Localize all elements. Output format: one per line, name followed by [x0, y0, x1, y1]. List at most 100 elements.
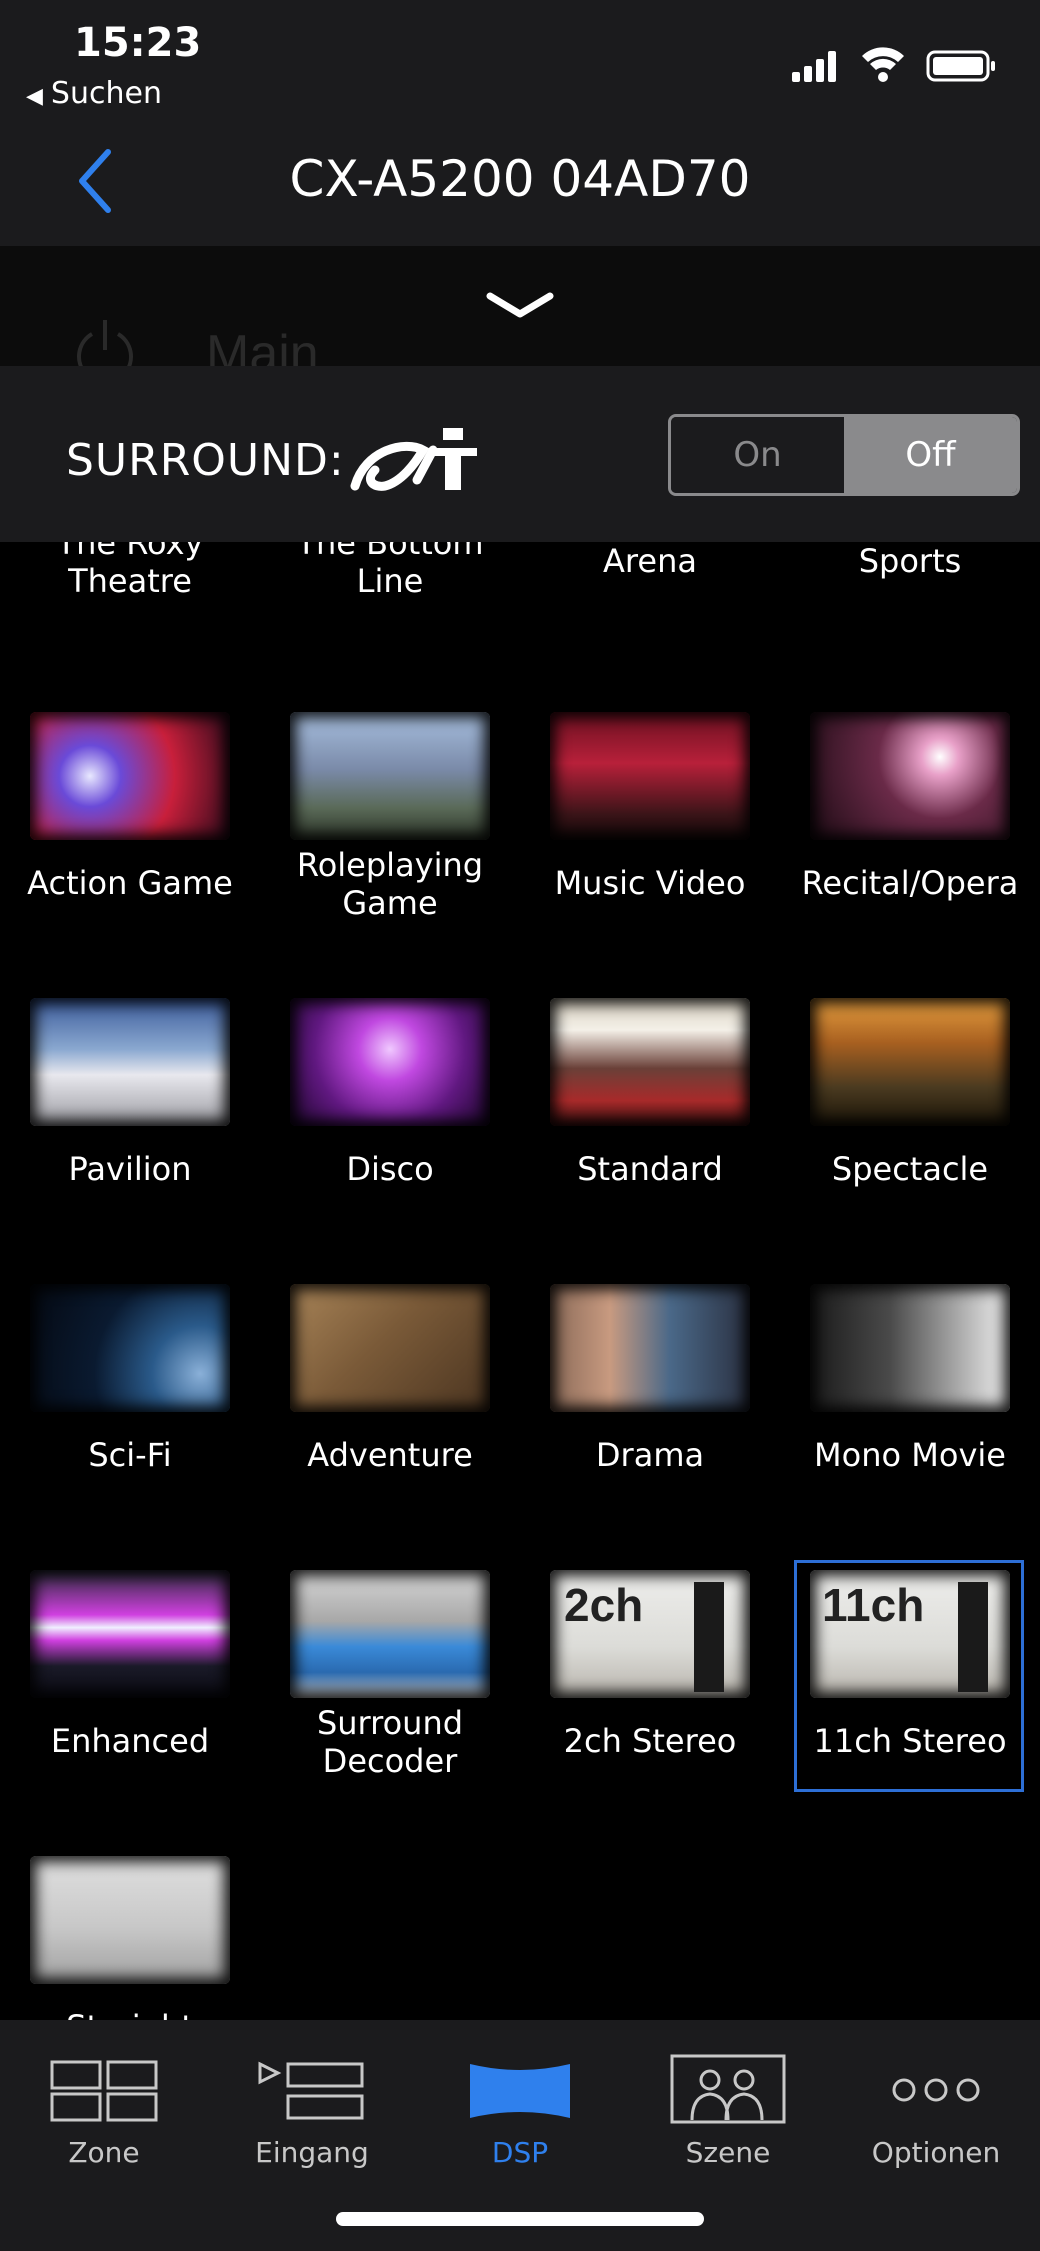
tile-thumbnail [30, 998, 230, 1126]
status-time: 15:23 [74, 20, 202, 66]
top-bar: 15:23 ◀ Suchen CX-A5200 04AD70 [0, 0, 1040, 246]
toggle-off-option[interactable]: Off [844, 417, 1017, 493]
tile-thumbnail [30, 1856, 230, 1984]
tab-zone[interactable]: Zone [0, 2040, 208, 2170]
tile-thumbnail [550, 1284, 750, 1412]
tile-label-line1: Drama [595, 1436, 705, 1474]
tile-label-line1: Adventure [307, 1436, 473, 1474]
tile-label-line1: Surround [316, 1704, 464, 1742]
tile-label-line1: Enhanced [50, 1722, 210, 1760]
surround-label: SURROUND: [66, 434, 345, 486]
tile-label-line1: Recital/Opera [801, 864, 1019, 902]
tab-label: DSP [491, 2136, 549, 2169]
input-icon [258, 2061, 364, 2120]
wifi-icon [862, 47, 904, 82]
surround-ai-toggle[interactable]: On Off [668, 414, 1020, 496]
channel-badge: 11ch [822, 1579, 925, 1631]
tile-thumbnail [810, 1284, 1010, 1412]
tile-label: Enhanced [0, 1722, 260, 1760]
tile-label: Sci-Fi [0, 1436, 260, 1474]
tile-label-line1: Mono Movie [814, 1436, 1006, 1474]
tile-thumbnail [290, 1570, 490, 1698]
tile-label: Recital/Opera [780, 864, 1040, 902]
ai-logo-icon [350, 428, 477, 491]
tile-thumbnail [290, 998, 490, 1126]
tile-label-line2: Theatre [68, 562, 192, 600]
tile-label-line1: Sci-Fi [88, 1436, 172, 1474]
tile-thumbnail [30, 1284, 230, 1412]
tile-label: The Bottom Line [260, 542, 520, 600]
home-indicator[interactable] [336, 2212, 704, 2226]
tile-label-line1: Arena [603, 542, 697, 580]
tile-thumbnail: 11ch [810, 1570, 1010, 1698]
tile-label-line1: Standard [577, 1150, 723, 1188]
tab-label: Szene [685, 2136, 771, 2169]
tile-thumbnail [550, 712, 750, 840]
tile-label: The Roxy Theatre [0, 542, 260, 600]
tile-label-line1: Roleplaying [296, 846, 484, 884]
tile-label: Roleplaying Game [260, 846, 520, 922]
tile-label-line1: 11ch Stereo [813, 1722, 1007, 1760]
tile-label-line1: Disco [346, 1150, 434, 1188]
tab-label: Zone [68, 2136, 140, 2169]
tile-label: Action Game [0, 864, 260, 902]
back-to-app-link[interactable]: ◀ Suchen [26, 76, 162, 111]
tile-label: 2ch Stereo [520, 1722, 780, 1760]
tab-eingang[interactable]: Eingang [208, 2040, 416, 2170]
zone-icon [50, 2060, 158, 2122]
tile-label-line1: 2ch Stereo [563, 1722, 737, 1760]
tile-label-line1: Sports [858, 542, 962, 580]
back-triangle-icon: ◀ [26, 84, 43, 109]
tile-label-line1: Music Video [554, 864, 746, 902]
tile-label: Standard [520, 1150, 780, 1188]
tile-label-line2: Line [356, 562, 424, 600]
tile-label: Disco [260, 1150, 520, 1188]
tile-thumbnail [810, 998, 1010, 1126]
tab-szene[interactable]: Szene [624, 2040, 832, 2170]
collapse-chevron-icon[interactable] [484, 288, 556, 324]
tile-label-line1: The Roxy [56, 542, 204, 562]
channel-badge: 2ch [564, 1579, 644, 1631]
tile-thumbnail [30, 712, 230, 840]
tile-label-line1: Spectacle [831, 1150, 989, 1188]
page-title: CX-A5200 04AD70 [289, 150, 751, 208]
tile-label-line1: The Bottom [296, 542, 484, 562]
tab-label: Eingang [255, 2136, 369, 2169]
tile-label-line1: Action Game [27, 864, 233, 902]
tab-optionen[interactable]: Optionen [832, 2040, 1040, 2170]
battery-icon [926, 50, 995, 82]
scene-icon [670, 2054, 786, 2124]
tile-thumbnail: 2ch [550, 1570, 750, 1698]
tile-label: Mono Movie [780, 1436, 1040, 1474]
tile-label: Arena [520, 542, 780, 580]
tab-dsp[interactable]: DSP [416, 2040, 624, 2170]
speaker-graphic [958, 1582, 988, 1692]
tile-label-line2: Decoder [322, 1742, 458, 1780]
dsp-icon [470, 2064, 570, 2118]
dsp-program-grid: The Roxy Theatre The Bottom Line Arena Spo… [0, 542, 1040, 2020]
tab-label: Optionen [871, 2136, 1001, 2169]
tile-thumbnail [290, 1284, 490, 1412]
tile-thumbnail [30, 1570, 230, 1698]
tile-label: Sports [780, 542, 1040, 580]
tile-label: Spectacle [780, 1150, 1040, 1188]
tile-label: Surround Decoder [260, 1704, 520, 1780]
surround-ai-logo: SURROUND: [66, 420, 485, 500]
tile-label: Pavilion [0, 1150, 260, 1188]
back-app-label: Suchen [50, 76, 162, 111]
tile-label: Music Video [520, 864, 780, 902]
toggle-on-option[interactable]: On [671, 417, 844, 493]
tile-label: Adventure [260, 1436, 520, 1474]
tile-label-line1: Pavilion [68, 1150, 192, 1188]
tile-label-line1: Straight [0, 2008, 260, 2020]
tile-thumbnail [290, 712, 490, 840]
tile-label: 11ch Stereo [780, 1722, 1040, 1760]
tile-label: Straight [0, 2008, 260, 2020]
status-icons [792, 47, 995, 82]
signal-icon [792, 51, 836, 82]
tile-thumbnail [550, 998, 750, 1126]
tile-thumbnail [810, 712, 1010, 840]
speaker-graphic [694, 1582, 724, 1692]
tile-label-line2: Game [342, 884, 438, 922]
tile-label: Drama [520, 1436, 780, 1474]
